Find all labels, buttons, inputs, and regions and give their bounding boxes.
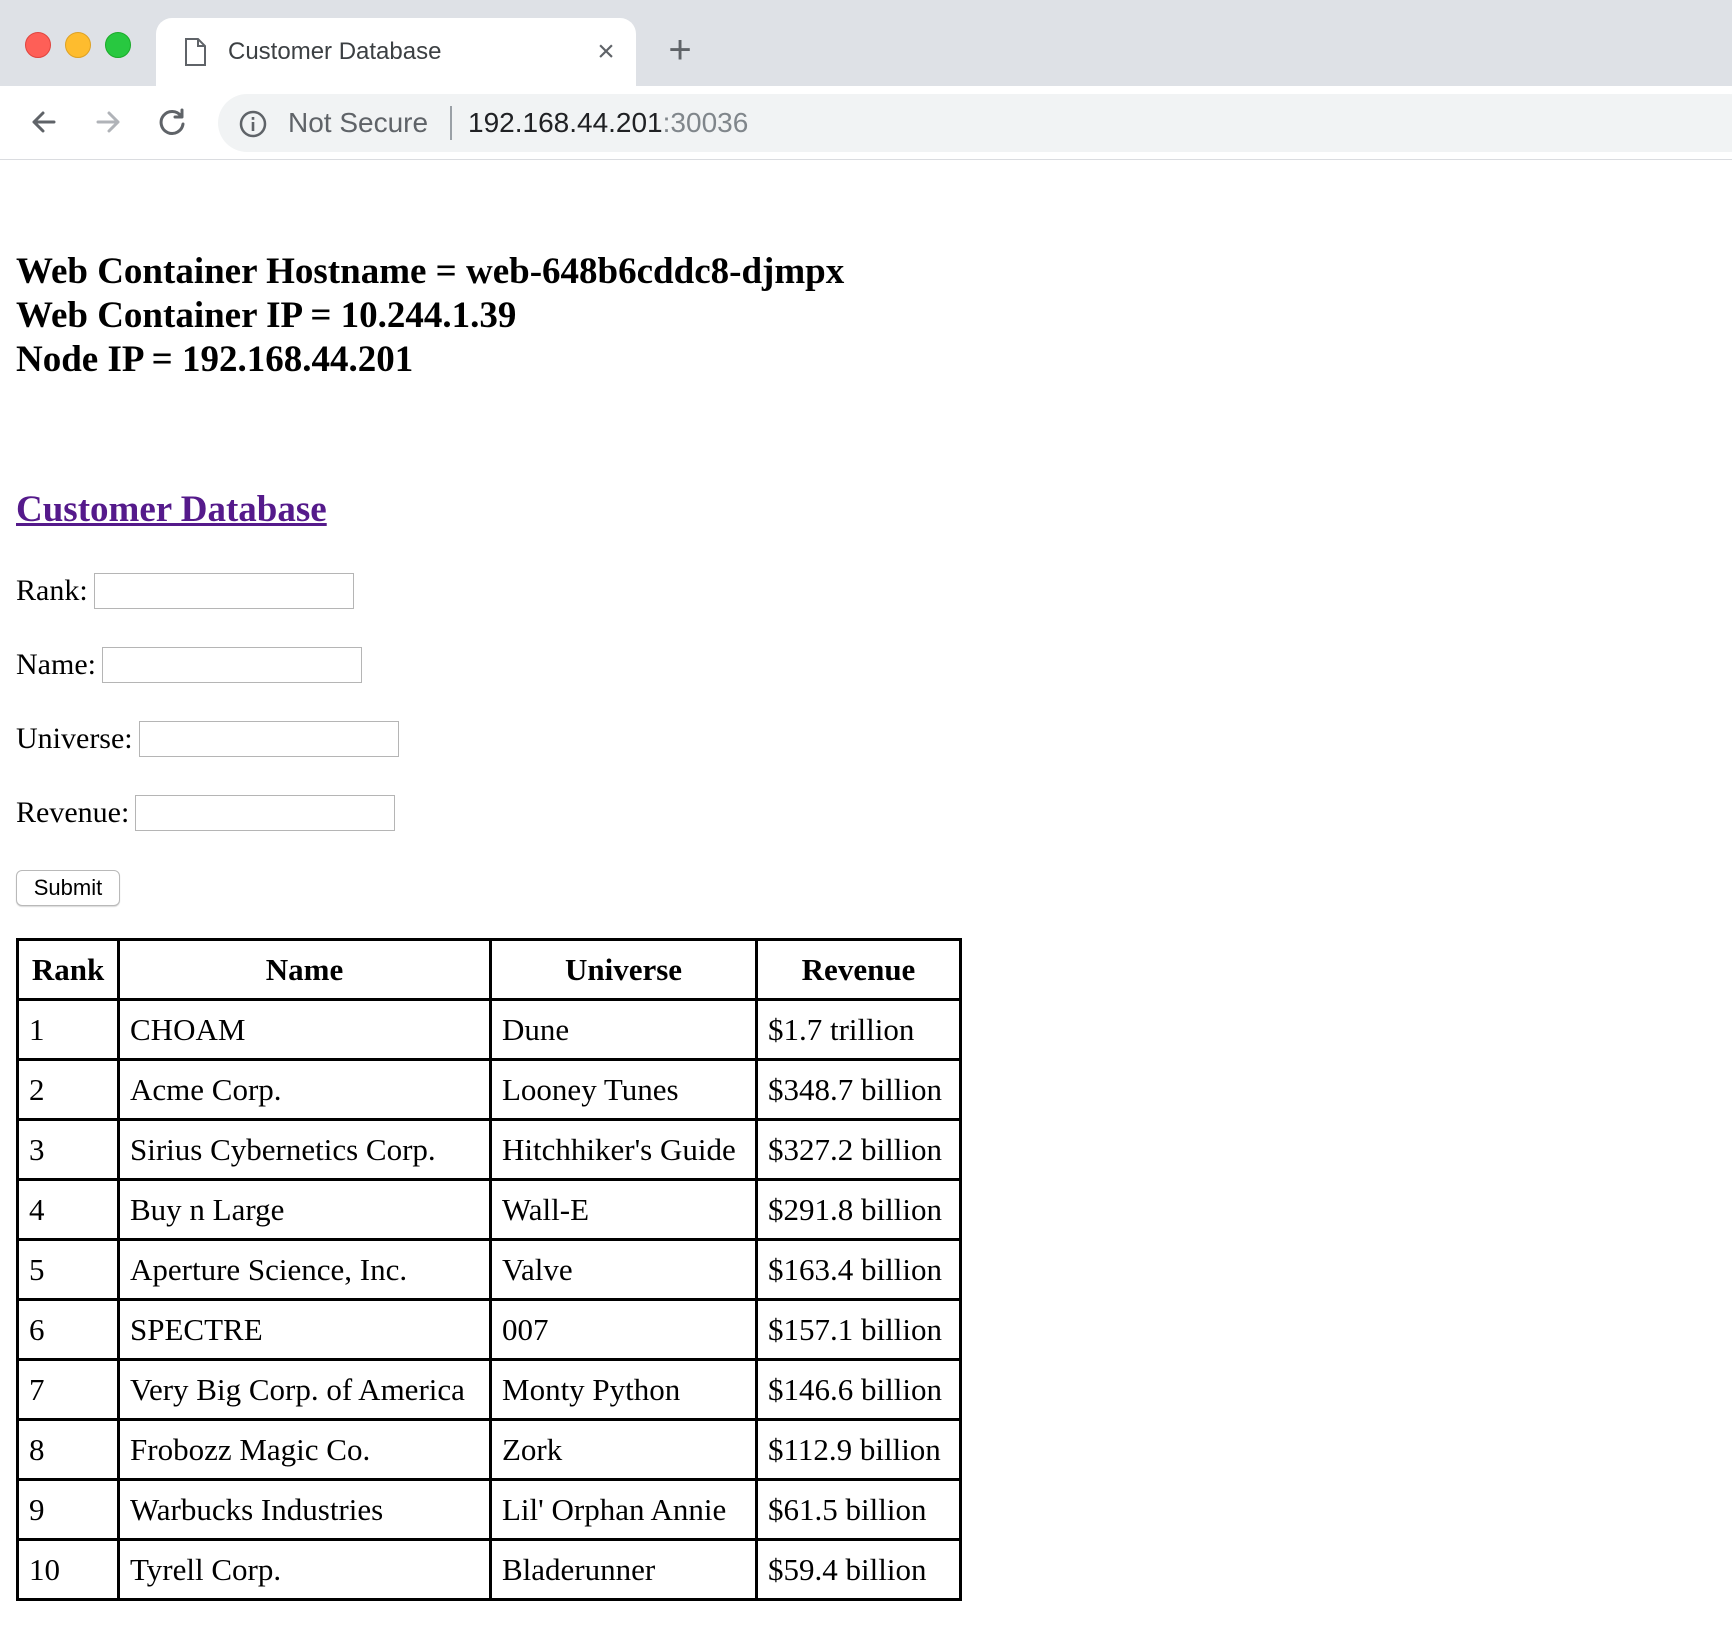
name-cell: Warbucks Industries: [117, 1478, 492, 1541]
security-status: Not Secure: [288, 107, 429, 138]
node-ip-line: Node IP = 192.168.44.201: [16, 339, 414, 380]
revenue-cell: $59.4 billion: [755, 1538, 962, 1601]
universe-cell: Valve: [489, 1238, 758, 1301]
name-cell: Acme Corp.: [117, 1058, 492, 1121]
customer-table: Rank Name Universe Revenue 1 CHOAM Dune …: [16, 938, 962, 1601]
url-text[interactable]: 192.168.44.201:30036: [468, 107, 748, 139]
universe-cell: Wall-E: [489, 1178, 758, 1241]
host-info: Web Container Hostname = web-648b6cddc8-…: [16, 250, 844, 382]
table-row: 4 Buy n Large Wall-E $291.8 billion: [16, 1178, 962, 1241]
rank-cell: 3: [16, 1118, 120, 1181]
rank-input[interactable]: [93, 573, 354, 610]
revenue-cell: $327.2 billion: [755, 1118, 962, 1181]
rank-cell: 4: [16, 1178, 120, 1241]
revenue-cell: $291.8 billion: [755, 1178, 962, 1241]
name-cell: Tyrell Corp.: [117, 1538, 492, 1601]
url-host: 192.168.44.201: [468, 107, 663, 138]
maximize-window-button[interactable]: [105, 32, 131, 58]
minimize-window-button[interactable]: [65, 32, 91, 58]
revenue-cell: $163.4 billion: [755, 1238, 962, 1301]
name-cell: Very Big Corp. of America: [117, 1358, 492, 1421]
rank-cell: 9: [16, 1478, 120, 1541]
name-cell: Aperture Science, Inc.: [117, 1238, 492, 1301]
revenue-cell: $157.1 billion: [755, 1298, 962, 1361]
name-cell: SPECTRE: [117, 1298, 492, 1361]
rank-row: Rank:: [16, 572, 354, 610]
header-revenue: Revenue: [755, 938, 962, 1001]
revenue-row: Revenue:: [16, 794, 396, 832]
revenue-cell: $112.9 billion: [755, 1418, 962, 1481]
rank-cell: 2: [16, 1058, 120, 1121]
new-tab-button[interactable]: +: [658, 28, 702, 72]
back-button[interactable]: [24, 102, 64, 142]
container-ip-line: Web Container IP = 10.244.1.39: [16, 295, 517, 336]
table-header-row: Rank Name Universe Revenue: [16, 938, 962, 1001]
name-label: Name:: [16, 648, 96, 682]
rank-cell: 7: [16, 1358, 120, 1421]
table-row: 10 Tyrell Corp. Bladerunner $59.4 billio…: [16, 1538, 962, 1601]
name-input[interactable]: [101, 647, 362, 684]
universe-label: Universe:: [16, 722, 133, 756]
table-row: 9 Warbucks Industries Lil' Orphan Annie …: [16, 1478, 962, 1541]
url-divider: [450, 106, 452, 140]
universe-cell: Hitchhiker's Guide: [489, 1118, 758, 1181]
revenue-input[interactable]: [135, 795, 396, 832]
name-cell: CHOAM: [117, 998, 492, 1061]
name-cell: Sirius Cybernetics Corp.: [117, 1118, 492, 1181]
table-row: 7 Very Big Corp. of America Monty Python…: [16, 1358, 962, 1421]
rank-cell: 8: [16, 1418, 120, 1481]
tab-title: Customer Database: [228, 38, 442, 65]
name-row: Name:: [16, 646, 362, 684]
name-cell: Frobozz Magic Co.: [117, 1418, 492, 1481]
rank-cell: 1: [16, 998, 120, 1061]
address-bar[interactable]: Not Secure 192.168.44.201:30036: [218, 94, 1732, 152]
revenue-label: Revenue:: [16, 796, 130, 830]
revenue-cell: $348.7 billion: [755, 1058, 962, 1121]
reload-icon: [159, 108, 185, 135]
universe-cell: Dune: [489, 998, 758, 1061]
header-universe: Universe: [489, 938, 758, 1001]
browser-toolbar: Not Secure 192.168.44.201:30036: [0, 86, 1732, 160]
rank-label: Rank:: [16, 574, 88, 608]
table-row: 1 CHOAM Dune $1.7 trillion: [16, 998, 962, 1061]
universe-cell: Lil' Orphan Annie: [489, 1478, 758, 1541]
header-rank: Rank: [16, 938, 120, 1001]
revenue-cell: $1.7 trillion: [755, 998, 962, 1061]
page-icon: [184, 38, 206, 66]
back-arrow-icon: [32, 111, 56, 133]
submit-button[interactable]: Submit: [16, 870, 120, 906]
rank-cell: 5: [16, 1238, 120, 1301]
customer-database-link[interactable]: Customer Database: [16, 488, 327, 531]
forward-arrow-icon: [96, 111, 120, 133]
url-port: :30036: [662, 107, 749, 138]
name-cell: Buy n Large: [117, 1178, 492, 1241]
browser-tab[interactable]: Customer Database ×: [156, 18, 636, 86]
table-row: 3 Sirius Cybernetics Corp. Hitchhiker's …: [16, 1118, 962, 1181]
table-row: 5 Aperture Science, Inc. Valve $163.4 bi…: [16, 1238, 962, 1301]
tab-strip: Customer Database × +: [0, 0, 1732, 86]
universe-cell: Looney Tunes: [489, 1058, 758, 1121]
close-tab-icon[interactable]: ×: [586, 32, 626, 72]
universe-cell: Zork: [489, 1418, 758, 1481]
revenue-cell: $146.6 billion: [755, 1358, 962, 1421]
header-name: Name: [117, 938, 492, 1001]
universe-cell: Bladerunner: [489, 1538, 758, 1601]
hostname-line: Web Container Hostname = web-648b6cddc8-…: [16, 251, 845, 292]
reload-button[interactable]: [152, 102, 192, 142]
table-row: 8 Frobozz Magic Co. Zork $112.9 billion: [16, 1418, 962, 1481]
universe-input[interactable]: [138, 721, 399, 758]
table-row: 2 Acme Corp. Looney Tunes $348.7 billion: [16, 1058, 962, 1121]
table-row: 6 SPECTRE 007 $157.1 billion: [16, 1298, 962, 1361]
universe-cell: Monty Python: [489, 1358, 758, 1421]
revenue-cell: $61.5 billion: [755, 1478, 962, 1541]
universe-cell: 007: [489, 1298, 758, 1361]
universe-row: Universe:: [16, 720, 399, 758]
info-icon[interactable]: [238, 109, 268, 139]
rank-cell: 6: [16, 1298, 120, 1361]
forward-button[interactable]: [88, 102, 128, 142]
close-window-button[interactable]: [25, 32, 51, 58]
rank-cell: 10: [16, 1538, 120, 1601]
